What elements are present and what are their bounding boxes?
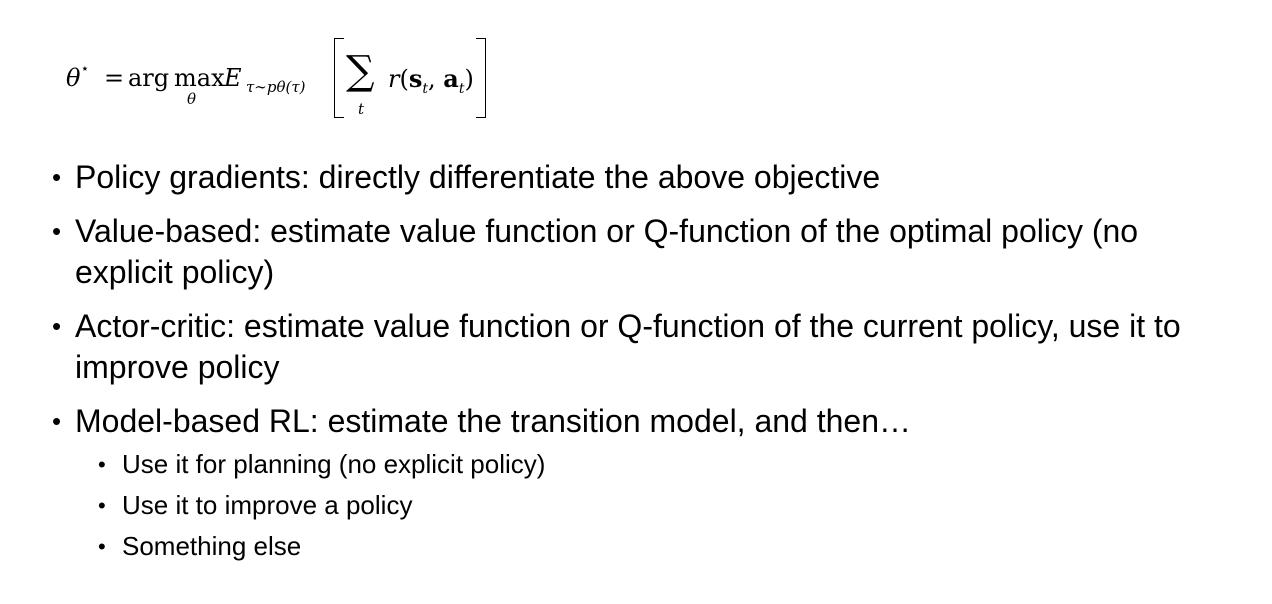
bullet-item-model-based: • Model-based RL: estimate the transitio… xyxy=(52,401,1232,567)
sub-bullet-text: Use it to improve a policy xyxy=(122,490,413,520)
equals-sign: = xyxy=(104,64,125,92)
arg-operator: arg xyxy=(128,64,170,92)
bullet-dot: • xyxy=(52,216,62,246)
summation-subscript: t xyxy=(358,100,365,118)
bullet-text: Value-based: estimate value function or … xyxy=(75,213,1139,290)
left-bracket xyxy=(334,38,344,118)
expectation-symbol: E xyxy=(224,64,242,92)
sub-bullet-dot: • xyxy=(98,452,106,477)
bullet-dot: • xyxy=(52,406,62,436)
bullet-list: • Policy gradients: directly differentia… xyxy=(52,157,1232,580)
sub-bullet-item: • Use it to improve a policy xyxy=(98,485,1232,526)
max-subscript: θ xyxy=(187,90,197,108)
bullet-dot: • xyxy=(52,311,62,341)
theta-star-symbol: θ⋆ xyxy=(66,61,90,92)
sub-bullet-dot: • xyxy=(98,493,106,518)
sub-bullet-text: Something else xyxy=(122,531,302,561)
bullet-item-policy-gradients: • Policy gradients: directly differentia… xyxy=(52,157,1232,198)
bullet-text: Policy gradients: directly differentiate… xyxy=(75,159,881,195)
bullet-item-value-based: • Value-based: estimate value function o… xyxy=(52,211,1232,293)
sub-bullet-dot: • xyxy=(98,534,106,559)
bullet-text: Model-based RL: estimate the transition … xyxy=(75,403,912,439)
sub-bullet-text: Use it for planning (no explicit policy) xyxy=(122,449,546,479)
sub-bullet-item: • Use it for planning (no explicit polic… xyxy=(98,444,1232,485)
expectation-subscript: τ∼pθ(τ) xyxy=(246,78,306,96)
bullet-item-actor-critic: • Actor-critic: estimate value function … xyxy=(52,306,1232,388)
right-bracket xyxy=(476,38,486,118)
sub-bullet-list: • Use it for planning (no explicit polic… xyxy=(75,444,1232,567)
reward-term: r(st, at) xyxy=(388,64,474,97)
bullet-dot: • xyxy=(52,162,62,192)
sub-bullet-item: • Something else xyxy=(98,526,1232,567)
summation-symbol: ∑ xyxy=(346,48,375,94)
bullet-text: Actor-critic: estimate value function or… xyxy=(75,308,1181,385)
max-operator: max xyxy=(174,64,225,92)
